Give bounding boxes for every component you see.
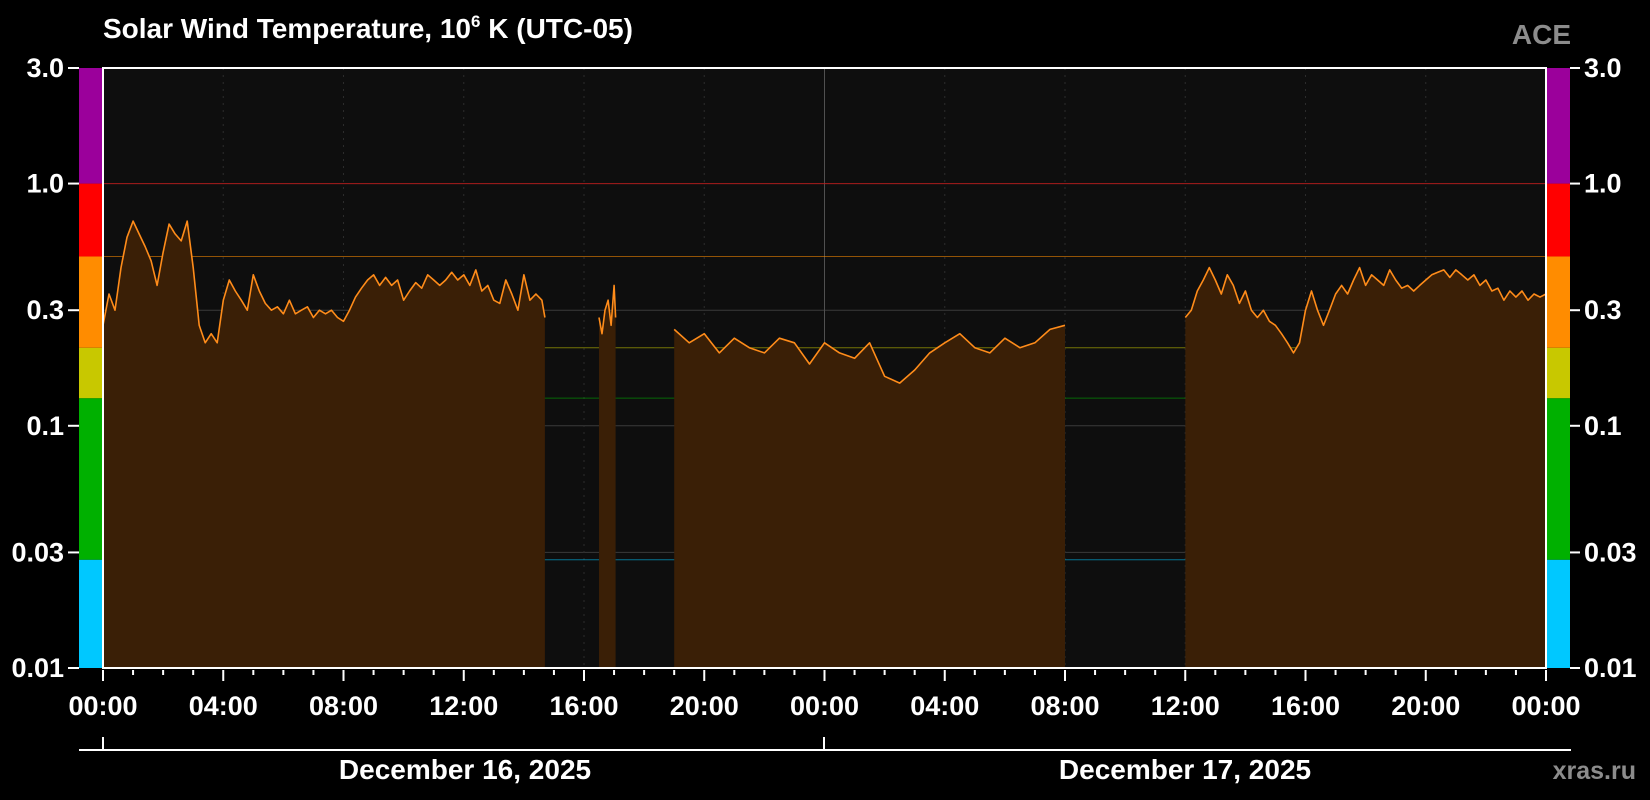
y-tick-label: 0.03 <box>1584 537 1637 567</box>
y-tick-label: 1.0 <box>26 169 64 199</box>
threshold-band <box>79 347 103 399</box>
threshold-band <box>1546 183 1570 257</box>
threshold-band <box>1546 398 1570 560</box>
x-tick-label: 04:00 <box>910 691 979 721</box>
y-tick-label: 1.0 <box>1584 169 1622 199</box>
temperature-area <box>599 285 616 668</box>
threshold-band <box>79 398 103 560</box>
temperature-area <box>1185 267 1546 668</box>
chart-title: Solar Wind Temperature, 106 K (UTC-05) <box>103 12 633 44</box>
threshold-scale-left <box>79 68 103 668</box>
x-tick-label: 16:00 <box>1271 691 1340 721</box>
x-tick-label: 00:00 <box>790 691 859 721</box>
threshold-band <box>79 559 103 668</box>
y-tick-label: 0.1 <box>26 411 64 441</box>
threshold-band <box>1546 68 1570 184</box>
threshold-band <box>79 256 103 348</box>
threshold-band <box>1546 347 1570 399</box>
watermark: xras.ru <box>1553 757 1636 785</box>
date-label-day1: December 16, 2025 <box>339 754 591 785</box>
temperature-area <box>674 325 1065 668</box>
y-tick-label: 0.3 <box>1584 295 1622 325</box>
x-tick-label: 08:00 <box>309 691 378 721</box>
y-tick-label: 0.1 <box>1584 411 1622 441</box>
x-tick-label: 20:00 <box>670 691 739 721</box>
x-axis: 00:00 04:00 08:00 12:00 16:00 20:00 00:00 04:00… <box>68 670 1581 721</box>
y-tick-label: 0.01 <box>1584 653 1637 683</box>
x-tick-label: 20:00 <box>1391 691 1460 721</box>
x-tick-label: 12:00 <box>1151 691 1220 721</box>
threshold-band <box>1546 256 1570 348</box>
x-tick-label: 04:00 <box>189 691 258 721</box>
threshold-band <box>79 183 103 257</box>
y-tick-label: 0.03 <box>11 537 64 567</box>
y-tick-label: 0.3 <box>26 295 64 325</box>
x-tick-label: 00:00 <box>68 691 137 721</box>
x-tick-label: 00:00 <box>1511 691 1580 721</box>
source-label: ACE <box>1512 19 1571 50</box>
date-label-day2: December 17, 2025 <box>1059 754 1311 785</box>
x-tick-label: 12:00 <box>429 691 498 721</box>
threshold-scale-right <box>1546 68 1570 668</box>
solar-wind-temperature-chart: Solar Wind Temperature, 106 K (UTC-05) A… <box>11 12 1637 785</box>
threshold-band <box>1546 559 1570 668</box>
y-tick-label: 0.01 <box>11 653 64 683</box>
x-tick-label: 16:00 <box>549 691 618 721</box>
x-tick-label: 08:00 <box>1030 691 1099 721</box>
y-tick-label: 3.0 <box>26 53 64 83</box>
threshold-band <box>79 68 103 184</box>
y-tick-label: 3.0 <box>1584 53 1622 83</box>
